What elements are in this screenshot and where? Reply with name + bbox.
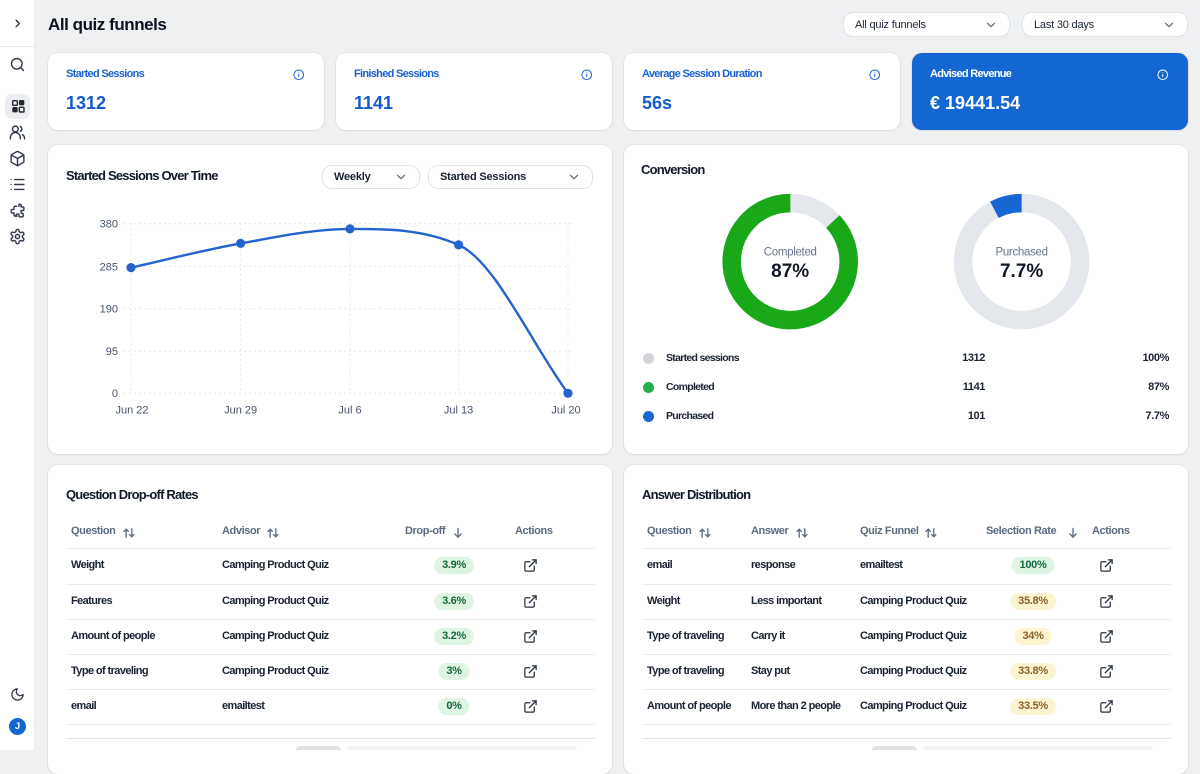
svg-text:190: 190 [100, 304, 118, 316]
svg-text:Purchased: Purchased [995, 247, 1047, 259]
svg-text:Jun 22: Jun 22 [115, 405, 148, 417]
svg-text:Jul 6: Jul 6 [338, 405, 361, 417]
svg-text:7.7%: 7.7% [1000, 261, 1043, 282]
svg-text:285: 285 [100, 262, 118, 274]
svg-text:Completed: Completed [764, 247, 817, 259]
svg-text:Jul 20: Jul 20 [551, 405, 580, 417]
svg-text:380: 380 [100, 219, 118, 231]
svg-text:Jun 29: Jun 29 [224, 405, 257, 417]
svg-text:95: 95 [106, 346, 118, 358]
svg-text:87%: 87% [771, 261, 809, 282]
svg-text:Jul 13: Jul 13 [444, 405, 473, 417]
svg-text:0: 0 [112, 388, 118, 400]
